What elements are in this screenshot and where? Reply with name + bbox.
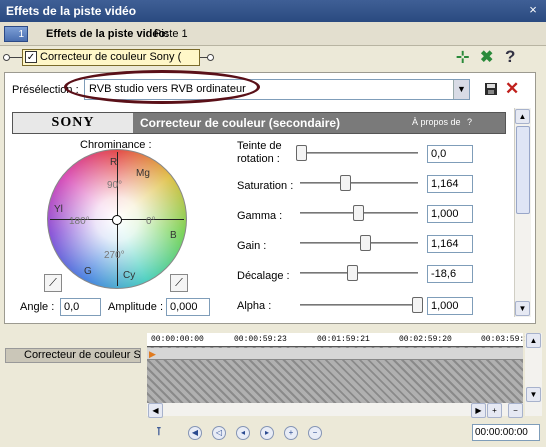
header-track-name: Piste 1 xyxy=(154,28,188,40)
value-input-gain[interactable]: 1,164 xyxy=(427,235,473,253)
zoom-in-button[interactable]: + xyxy=(487,403,502,418)
chevron-down-icon[interactable]: ▼ xyxy=(453,80,469,99)
about-question[interactable]: ? xyxy=(467,117,472,127)
timecode-display[interactable]: 00:00:00:00 xyxy=(472,424,540,441)
header-label: Effets de la piste vidéo: xyxy=(46,28,169,40)
help-button[interactable]: ? xyxy=(505,47,515,67)
sony-logo: SONY xyxy=(13,113,133,133)
wheel-deg-270: 270° xyxy=(104,250,125,261)
timeline-hscroll[interactable] xyxy=(147,403,523,416)
scroll-left-icon[interactable]: ◀ xyxy=(148,403,163,418)
scroll-down-icon[interactable]: ▼ xyxy=(526,387,541,402)
param-label-gamma: Gamma : xyxy=(237,210,283,222)
wheel-label-g: G xyxy=(84,266,92,277)
param-label-hue-1: Teinte de xyxy=(237,140,282,152)
remove-plug-icon[interactable]: ✖ xyxy=(480,50,493,66)
slider-track[interactable] xyxy=(300,152,418,154)
param-label-gain: Gain : xyxy=(237,240,267,252)
scroll-thumb[interactable] xyxy=(516,126,530,214)
keyframe-row[interactable] xyxy=(147,348,523,360)
ruler-tick-label: 00:03:59:1 xyxy=(481,335,530,344)
zoom-out-button[interactable]: − xyxy=(508,403,523,418)
ruler-tick-label: 00:00:59:23 xyxy=(234,335,287,344)
slider-thumb-gain[interactable] xyxy=(359,235,371,251)
eyedropper-icon[interactable]: ⟋ xyxy=(170,274,188,292)
delete-preset-icon[interactable]: ✕ xyxy=(505,79,519,99)
chain-start-dot xyxy=(3,54,10,61)
eyedropper-icon[interactable]: ⟋ xyxy=(44,274,62,292)
wheel-label-yl: Yl xyxy=(54,204,63,215)
param-label-hue-2: rotation : xyxy=(237,153,280,165)
keyframe-marker-icon[interactable]: ▶ xyxy=(149,349,156,360)
scroll-right-icon[interactable]: ▶ xyxy=(471,403,486,418)
wheel-label-b: B xyxy=(170,230,177,241)
track-number-badge: 1 xyxy=(4,26,28,42)
wheel-label-r: R xyxy=(110,157,118,168)
wheel-label-mg: Mg xyxy=(136,168,150,179)
param-label-alpha: Alpha : xyxy=(237,300,272,312)
save-preset-icon[interactable] xyxy=(484,82,498,96)
slider-thumb-hue[interactable] xyxy=(296,145,307,161)
sync-cursor-icon[interactable]: ⊺ xyxy=(156,425,170,439)
slider-thumb-offset[interactable] xyxy=(347,265,359,281)
annotation-ellipse xyxy=(64,70,260,104)
add-keyframe-icon[interactable]: + xyxy=(284,426,298,440)
amplitude-input[interactable]: 0,000 xyxy=(166,298,210,316)
value-input-alpha[interactable]: 1,000 xyxy=(427,297,473,315)
wheel-deg-0: 0° xyxy=(146,216,156,227)
first-keyframe-icon[interactable]: ◀ xyxy=(188,426,202,440)
value-input-saturation[interactable]: 1,164 xyxy=(427,175,473,193)
window-title-bar: Effets de la piste vidéo xyxy=(0,0,546,22)
value-input-offset[interactable]: -18,6 xyxy=(427,265,473,283)
delete-keyframe-icon[interactable]: − xyxy=(308,426,322,440)
plugin-chain-label: Correcteur de couleur Sony ( xyxy=(40,51,182,63)
slider-thumb-alpha[interactable] xyxy=(412,297,423,313)
slider-thumb-saturation[interactable] xyxy=(340,175,352,191)
value-input-hue[interactable]: 0,0 xyxy=(427,145,473,163)
ruler-tick-label: 00:02:59:20 xyxy=(399,335,452,344)
ruler-tick-label: 00:00:00:00 xyxy=(151,335,204,344)
wheel-handle[interactable] xyxy=(112,215,122,225)
about-link[interactable]: À propos de xyxy=(412,117,461,127)
close-button[interactable]: × xyxy=(526,3,540,17)
prev-keyframe-icon[interactable]: ◁ xyxy=(212,426,226,440)
prev-frame-icon[interactable]: ◂ xyxy=(236,426,250,440)
plugin-enable-checkbox[interactable]: ✓ xyxy=(25,51,37,63)
value-input-gamma[interactable]: 1,000 xyxy=(427,205,473,223)
slider-thumb-gamma[interactable] xyxy=(352,205,364,221)
scroll-down-icon[interactable]: ▼ xyxy=(515,301,530,316)
ruler-tick-label: 00:01:59:21 xyxy=(317,335,370,344)
angle-label: Angle : xyxy=(20,301,55,313)
window-title: Effets de la piste vidéo xyxy=(6,4,137,18)
param-label-offset: Décalage : xyxy=(237,270,290,282)
slider-track[interactable] xyxy=(300,272,418,274)
slider-track[interactable] xyxy=(300,182,418,184)
angle-input[interactable]: 0,0 xyxy=(60,298,101,316)
slider-track[interactable] xyxy=(300,304,418,306)
timeline-track-label[interactable]: Correcteur de couleur So xyxy=(5,348,141,363)
wheel-deg-180: 180° xyxy=(69,216,90,227)
amplitude-label: Amplitude : xyxy=(108,301,164,313)
scroll-up-icon[interactable]: ▲ xyxy=(515,109,530,124)
scroll-up-icon[interactable]: ▲ xyxy=(526,333,541,348)
chain-end-dot xyxy=(207,54,214,61)
plug-icon[interactable]: ⊹ xyxy=(456,50,469,66)
next-frame-icon[interactable]: ▸ xyxy=(260,426,274,440)
effect-name: Correcteur de couleur (secondaire) xyxy=(140,116,341,130)
wheel-label-cy: Cy xyxy=(123,270,136,281)
param-label-saturation: Saturation : xyxy=(237,180,294,192)
wheel-deg-90: 90° xyxy=(107,180,123,191)
